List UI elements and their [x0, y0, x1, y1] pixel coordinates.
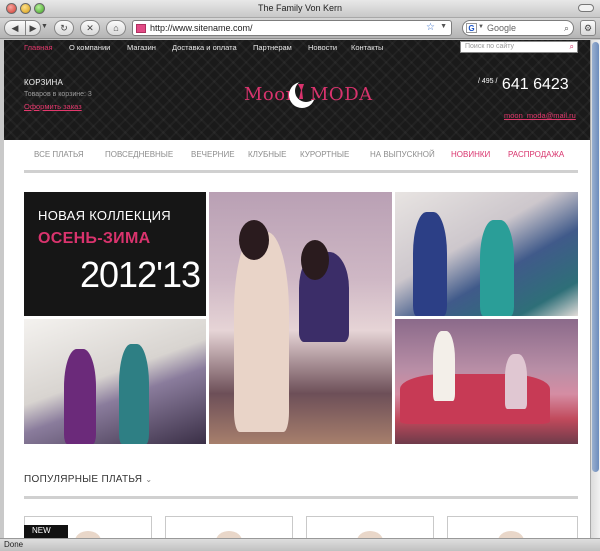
- category-all-dresses[interactable]: ВСЕ ПЛАТЬЯ: [34, 150, 84, 159]
- model-figure: [64, 349, 96, 444]
- popular-section-title[interactable]: ПОПУЛЯРНЫЕ ПЛАТЬЯ ⌄: [24, 474, 152, 485]
- star-icon[interactable]: ☆: [426, 22, 435, 33]
- banner-photo-bottom-right: [395, 319, 578, 444]
- category-evening[interactable]: ВЕЧЕРНИЕ: [191, 150, 235, 159]
- category-club[interactable]: КЛУБНЫЕ: [248, 150, 286, 159]
- logo-text-right: MODA: [310, 84, 373, 105]
- nav-contacts[interactable]: Контакты: [351, 43, 383, 52]
- site-logo[interactable]: Moon MODA: [244, 74, 384, 114]
- reload-icon: ↻: [60, 23, 68, 33]
- banner-text-tile: НОВАЯ КОЛЛЕКЦИЯ ОСЕНЬ-ЗИМА 2012'13: [24, 192, 206, 316]
- cart-count: Товаров в корзине: 3: [24, 91, 92, 98]
- product-card[interactable]: [306, 516, 434, 538]
- chevron-down-icon: ▼: [41, 23, 48, 30]
- banner-heading: НОВАЯ КОЛЛЕКЦИЯ: [38, 208, 171, 223]
- back-icon: ◀: [11, 23, 19, 33]
- category-new[interactable]: НОВИНКИ: [451, 150, 490, 159]
- product-thumbnail: [216, 531, 242, 538]
- model-hair: [301, 240, 329, 280]
- site-search-placeholder: Поиск по сайту: [465, 43, 515, 50]
- category-divider: [24, 170, 578, 173]
- new-badge: NEW: [24, 525, 68, 538]
- search-placeholder: Google: [487, 23, 517, 33]
- nav-partners[interactable]: Партнерам: [253, 43, 292, 52]
- status-text: Done: [4, 540, 24, 549]
- scrollbar-thumb[interactable]: [592, 42, 599, 472]
- phone-digits: 641 6423: [501, 76, 569, 93]
- address-bar[interactable]: http://www.sitename.com/ ☆ ▼: [132, 20, 452, 36]
- product-thumbnail: [357, 531, 383, 538]
- nav-shop[interactable]: Магазин: [127, 43, 156, 52]
- model-figure: [505, 354, 527, 409]
- model-figure: [413, 212, 447, 316]
- search-icon[interactable]: ⌕: [564, 23, 569, 34]
- nav-about[interactable]: О компании: [69, 43, 110, 52]
- category-sale[interactable]: РАСПРОДАЖА: [508, 150, 564, 159]
- home-icon: ⌂: [113, 23, 119, 33]
- cart-block: КОРЗИНА Товаров в корзине: 3 Оформить за…: [24, 78, 92, 111]
- window-titlebar: The Family Von Kern: [0, 0, 600, 18]
- home-button[interactable]: ⌂: [106, 20, 126, 36]
- nav-home[interactable]: Главная: [24, 43, 53, 52]
- search-icon[interactable]: ⌕: [570, 42, 574, 52]
- banner-photo-center: [209, 192, 392, 444]
- status-bar: Done: [0, 538, 600, 551]
- favicon-icon: [136, 24, 146, 33]
- phone-number: / 495 / 641 6423: [478, 76, 569, 94]
- forward-icon: ▶: [29, 23, 37, 33]
- collection-banner[interactable]: НОВАЯ КОЛЛЕКЦИЯ ОСЕНЬ-ЗИМА 2012'13: [24, 192, 578, 444]
- phone-prefix: / 495 /: [478, 78, 498, 85]
- email-link[interactable]: moon_moda@mail.ru: [504, 111, 576, 120]
- model-figure: [119, 344, 149, 444]
- product-card[interactable]: [165, 516, 293, 538]
- gear-icon: ⚙: [583, 23, 593, 33]
- stop-icon: ✕: [86, 23, 94, 33]
- site-search-input[interactable]: Поиск по сайту ⌕: [460, 41, 578, 53]
- chevron-down-icon[interactable]: ▼: [478, 24, 484, 30]
- category-prom[interactable]: НА ВЫПУСКНОЙ: [370, 150, 435, 159]
- banner-season: ОСЕНЬ-ЗИМА: [38, 230, 151, 247]
- browser-search-field[interactable]: G ▼ Google ⌕: [462, 20, 574, 36]
- model-figure: [480, 220, 514, 316]
- forward-button[interactable]: ▶: [25, 20, 41, 36]
- page-viewport: Главная О компании Магазин Доставка и оп…: [4, 40, 590, 538]
- category-resort[interactable]: КУРОРТНЫЕ: [300, 150, 349, 159]
- settings-button[interactable]: ⚙: [580, 20, 596, 36]
- banner-photo-top-right: [395, 192, 578, 316]
- chevron-down-icon[interactable]: ▼: [440, 23, 447, 30]
- category-menu: ВСЕ ПЛАТЬЯ ПОВСЕДНЕВНЫЕ ВЕЧЕРНИЕ КЛУБНЫЕ…: [24, 150, 578, 162]
- chevron-down-icon: ⌄: [145, 475, 153, 484]
- nav-news[interactable]: Новости: [308, 43, 337, 52]
- category-casual[interactable]: ПОВСЕДНЕВНЫЕ: [105, 150, 173, 159]
- vertical-scrollbar[interactable]: [590, 40, 600, 538]
- model-figure: [433, 331, 455, 401]
- toolbar-toggle-button[interactable]: [578, 4, 594, 12]
- model-hair: [239, 220, 269, 260]
- checkout-link[interactable]: Оформить заказ: [24, 102, 92, 111]
- url-text: http://www.sitename.com/: [150, 23, 253, 33]
- popular-title-text: ПОПУЛЯРНЫЕ ПЛАТЬЯ: [24, 474, 143, 485]
- popular-divider: [24, 496, 578, 499]
- banner-year: 2012'13: [80, 254, 201, 295]
- site-header: Главная О компании Магазин Доставка и оп…: [4, 40, 590, 140]
- stop-button[interactable]: ✕: [80, 20, 100, 36]
- window-title: The Family Von Kern: [257, 3, 343, 13]
- sofa-shape: [400, 374, 550, 424]
- product-card[interactable]: [447, 516, 578, 538]
- model-figure: [234, 232, 289, 432]
- new-badge-text: NEW: [32, 526, 51, 535]
- browser-toolbar: ◀ ▶ ▼ ↻ ✕ ⌂ http://www.sitename.com/ ☆ ▼…: [0, 18, 600, 39]
- cart-title[interactable]: КОРЗИНА: [24, 78, 92, 87]
- history-dropdown-button[interactable]: ▼: [40, 20, 49, 36]
- google-icon: G: [466, 23, 477, 33]
- reload-button[interactable]: ↻: [54, 20, 74, 36]
- banner-photo-bottom-left: [24, 319, 206, 444]
- nav-delivery[interactable]: Доставка и оплата: [172, 43, 237, 52]
- product-thumbnail: [75, 531, 101, 538]
- back-button[interactable]: ◀: [4, 20, 26, 36]
- product-thumbnail: [498, 531, 524, 538]
